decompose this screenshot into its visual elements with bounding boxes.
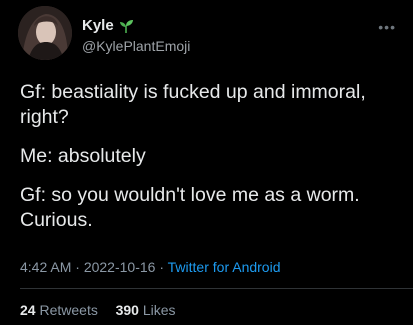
retweets-stat[interactable]: 24 Retweets bbox=[20, 302, 98, 318]
tweet-line: Gf: beastiality is fucked up and immoral… bbox=[20, 81, 366, 128]
name-row: Kyle bbox=[82, 17, 134, 34]
meta-separator: · bbox=[75, 259, 80, 275]
likes-label: Likes bbox=[142, 302, 176, 318]
tweet-text: Gf: beastiality is fucked up and immoral… bbox=[20, 80, 400, 247]
tweet-stats: 24 Retweets 390 Likes bbox=[20, 302, 176, 318]
tweet-line: Gf: so you wouldn't love me as a worm. C… bbox=[20, 184, 360, 231]
tweet-time[interactable]: 4:42 AM bbox=[20, 259, 71, 275]
more-options-icon[interactable]: ••• bbox=[378, 19, 396, 35]
likes-count: 390 bbox=[115, 302, 139, 318]
tweet-source-link[interactable]: Twitter for Android bbox=[168, 259, 281, 275]
avatar-image bbox=[18, 6, 72, 60]
divider bbox=[20, 288, 413, 289]
tweet-card: Kyle @KylePlantEmoji ••• Gf: beastiality… bbox=[0, 0, 413, 325]
avatar[interactable] bbox=[18, 6, 72, 60]
tweet-date[interactable]: 2022-10-16 bbox=[84, 259, 156, 275]
meta-separator: · bbox=[159, 259, 165, 275]
retweets-label: Retweets bbox=[39, 302, 98, 318]
seedling-icon bbox=[118, 18, 134, 34]
retweets-count: 24 bbox=[20, 302, 36, 318]
user-handle[interactable]: @KylePlantEmoji bbox=[82, 38, 190, 54]
tweet-header: Kyle @KylePlantEmoji ••• bbox=[18, 6, 398, 60]
likes-stat[interactable]: 390 Likes bbox=[116, 302, 176, 318]
tweet-metadata: 4:42 AM · 2022-10-16 · Twitter for Andro… bbox=[20, 259, 280, 275]
tweet-line: Me: absolutely bbox=[20, 145, 146, 167]
display-name[interactable]: Kyle bbox=[82, 17, 114, 34]
